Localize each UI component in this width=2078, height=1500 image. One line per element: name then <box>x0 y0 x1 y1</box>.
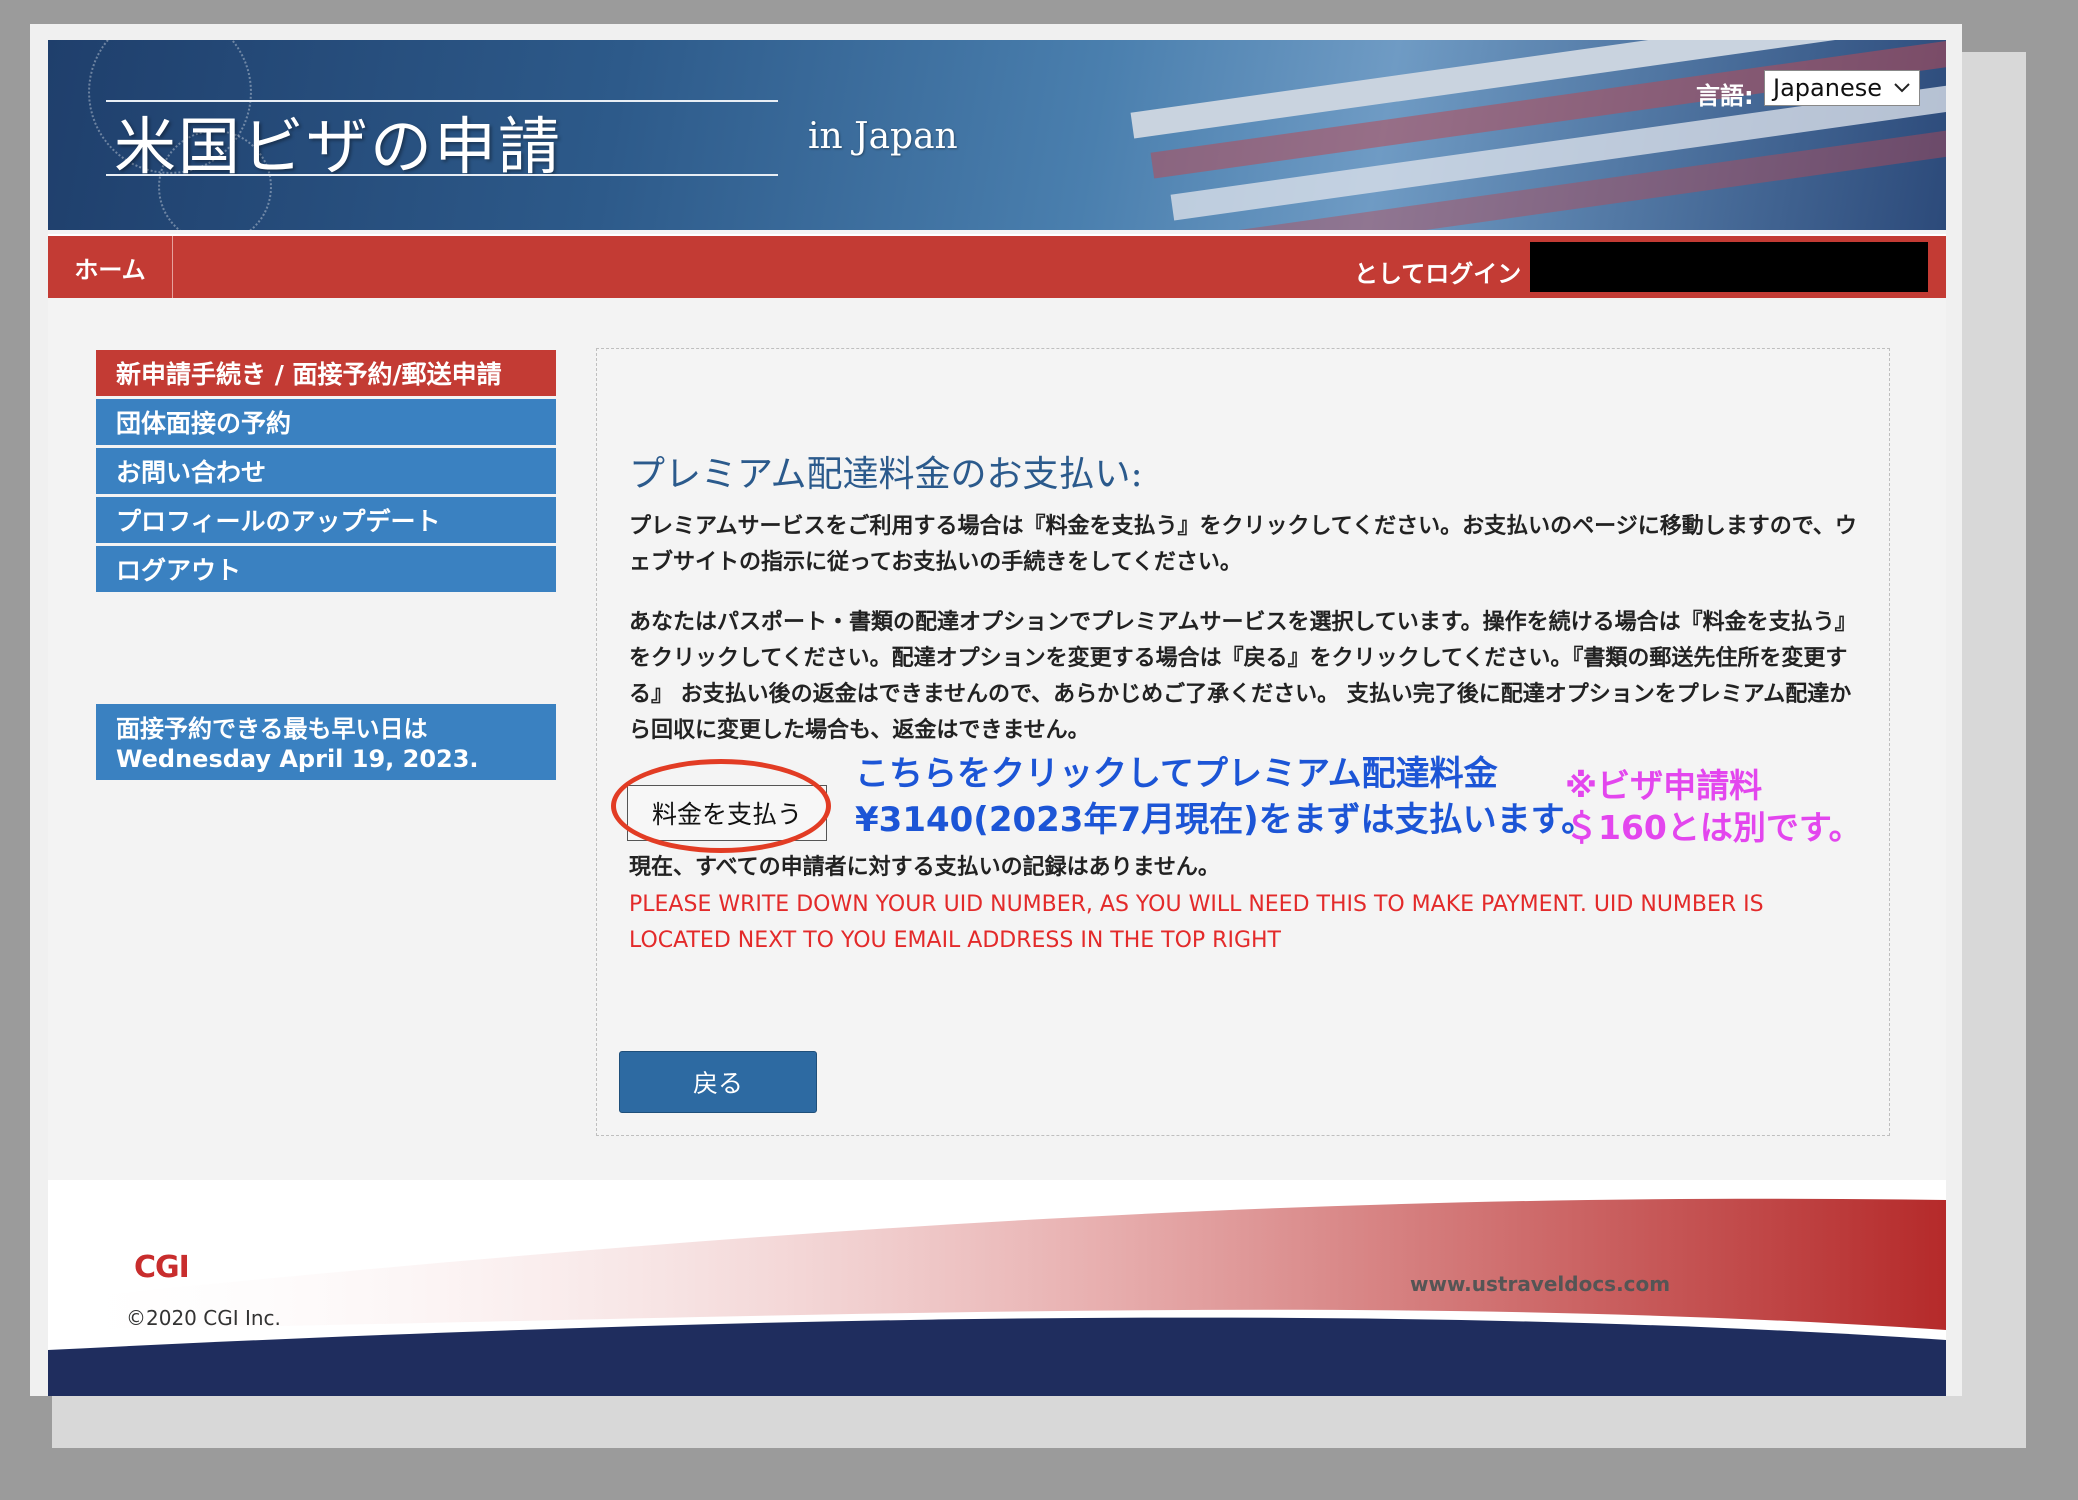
logged-in-as-label: としてログイン <box>1354 260 1522 288</box>
top-navbar: ホーム としてログイン <box>48 234 1946 298</box>
chevron-down-icon <box>1894 83 1910 93</box>
sidebar-item-new-application[interactable]: 新申請手続き / 面接予約/郵送申請 <box>96 350 556 396</box>
language-select-value: Japanese <box>1773 74 1882 102</box>
premium-service-instructions: プレミアムサービスをご利用する場合は『料金を支払う』をクリックしてください。お支… <box>629 514 1857 575</box>
page-title: プレミアム配達料金のお支払い: <box>629 454 1143 495</box>
title-rule-bottom <box>106 174 778 176</box>
footer-site-link[interactable]: www.ustraveldocs.com <box>1410 1272 1670 1296</box>
annotation-circle <box>611 759 831 853</box>
language-select[interactable]: Japanese <box>1764 70 1920 106</box>
back-button[interactable]: 戻る <box>619 1051 817 1113</box>
annotation-pink-line: ※ビザ申請料 <box>1565 766 1763 805</box>
sidebar-item-contact[interactable]: お問い合わせ <box>96 448 556 494</box>
annotation-blue-note: こちらをクリックしてプレミアム配達料金 ¥3140(2023年7月現在)をまずは… <box>855 751 1595 843</box>
delivery-option-notice: あなたはパスポート・書類の配達オプションでプレミアムサービスを選択しています。操… <box>629 610 1857 743</box>
redacted-user-email <box>1530 242 1928 292</box>
sidebar-menu: 新申請手続き / 面接予約/郵送申請 団体面接の予約 お問い合わせ プロフィール… <box>96 350 556 595</box>
footer: CGI ©2020 CGI Inc. www.ustraveldocs.com <box>48 1180 1946 1396</box>
uid-warning: PLEASE WRITE DOWN YOUR UID NUMBER, AS YO… <box>629 892 1764 953</box>
annotation-pink-line: ＄160とは別です。 <box>1565 808 1862 847</box>
nav-home-link[interactable]: ホーム <box>48 236 173 298</box>
annotation-pink-note: ※ビザ申請料 ＄160とは別です。 <box>1565 765 1862 849</box>
earliest-appointment-box: 面接予約できる最も早い日は Wednesday April 19, 2023. <box>96 704 556 780</box>
flag-stripe <box>1190 111 1946 230</box>
sidebar-item-profile-update[interactable]: プロフィールのアップデート <box>96 497 556 543</box>
sidebar-item-group-interview[interactable]: 団体面接の予約 <box>96 399 556 445</box>
language-label: 言語: <box>1696 82 1754 110</box>
page: 米国ビザの申請 in Japan 言語: Japanese ホーム としてログイ… <box>48 40 1946 1396</box>
site-subtitle: in Japan <box>808 116 958 157</box>
site-title: 米国ビザの申請 <box>114 110 563 183</box>
cgi-logo: CGI <box>134 1250 190 1285</box>
sidebar-item-logout[interactable]: ログアウト <box>96 546 556 592</box>
header-banner: 米国ビザの申請 in Japan 言語: Japanese <box>48 40 1946 230</box>
earliest-appointment-date: Wednesday April 19, 2023. <box>116 745 479 773</box>
earliest-appointment-label: 面接予約できる最も早い日は <box>116 715 428 743</box>
annotation-blue-line: こちらをクリックしてプレミアム配達料金 <box>855 754 1498 794</box>
copyright-text: ©2020 CGI Inc. <box>126 1306 281 1330</box>
main-content-panel: プレミアム配達料金のお支払い: プレミアムサービスをご利用する場合は『料金を支払… <box>596 348 1890 1136</box>
annotation-blue-line: ¥3140(2023年7月現在)をまずは支払います。 <box>855 800 1596 840</box>
payment-record-status: 現在、すべての申請者に対する支払いの記録はありません。 <box>629 855 1220 880</box>
